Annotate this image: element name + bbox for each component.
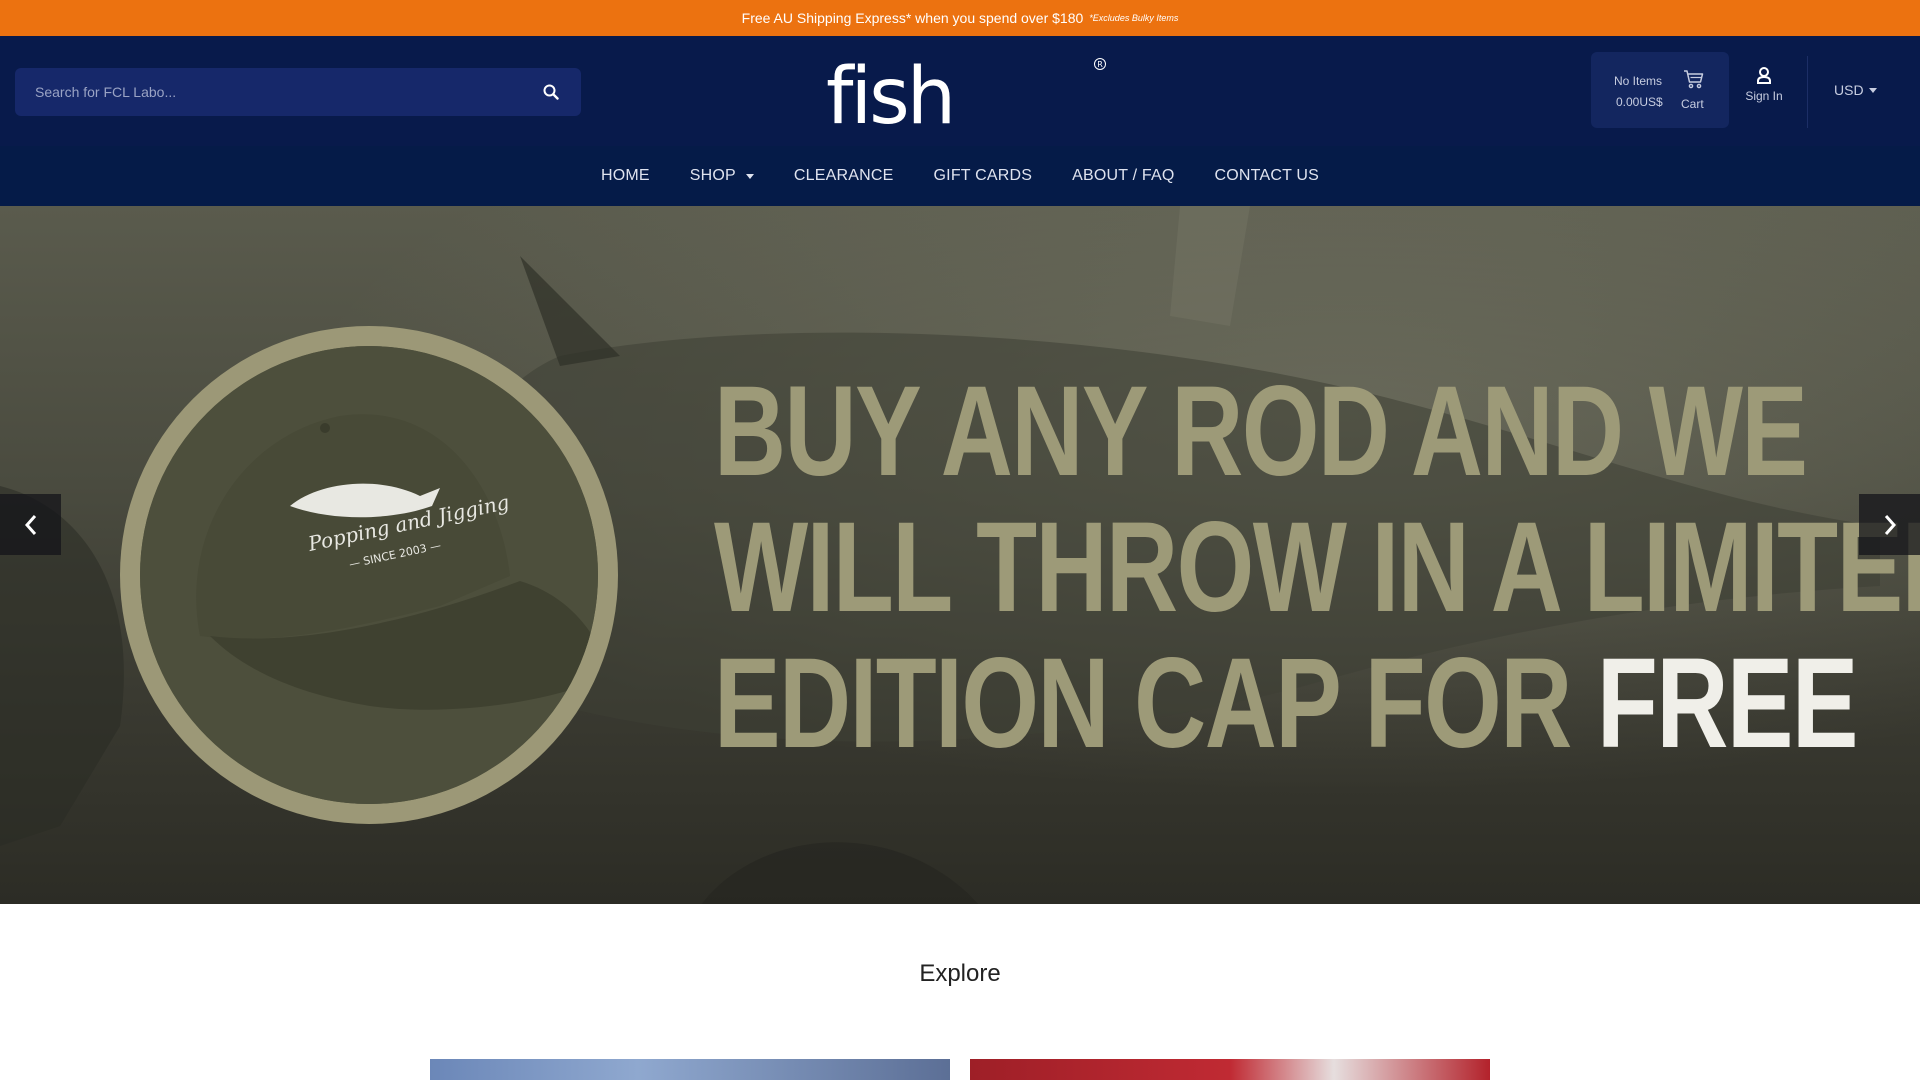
hero-line-2: WILL THROW IN A LIMITED xyxy=(714,496,1920,639)
nav-label: SHOP xyxy=(689,167,736,184)
nav-item-contact-us[interactable]: CONTACT US xyxy=(1215,167,1320,185)
explore-heading: Explore xyxy=(919,960,1001,987)
nav-item-shop[interactable]: SHOP xyxy=(690,167,754,185)
search-button[interactable] xyxy=(521,68,581,116)
site-header: fish head R No Items 0.00US$ Cart Sign I… xyxy=(0,36,1920,232)
search-bar xyxy=(15,68,581,116)
hero-headline: BUY ANY ROD AND WE WILL THROW IN A LIMIT… xyxy=(714,360,1920,772)
cart-label: Cart xyxy=(1681,97,1704,111)
nav-label: CLEARANCE xyxy=(793,167,894,184)
hero-banner[interactable]: Popping and Jigging — SINCE 2003 — BUY A… xyxy=(0,206,1920,904)
nav-item-clearance[interactable]: CLEARANCE xyxy=(794,167,894,185)
explore-tile-1[interactable] xyxy=(430,1059,950,1080)
cap-badge: Popping and Jigging — SINCE 2003 — xyxy=(140,346,598,804)
sign-in-label: Sign In xyxy=(1745,89,1783,103)
carousel-prev-button[interactable] xyxy=(0,494,61,555)
announcement-text: Free AU Shipping Express* when you spend… xyxy=(741,10,1084,26)
cart-items-count: No Items xyxy=(1614,74,1663,88)
carousel-next-button[interactable] xyxy=(1859,494,1920,555)
hero-free-highlight: FREE xyxy=(1596,632,1859,775)
nav-label: CONTACT US xyxy=(1214,167,1320,184)
search-icon xyxy=(543,84,559,100)
chevron-left-icon xyxy=(24,514,36,535)
cart-button[interactable]: No Items 0.00US$ Cart xyxy=(1591,52,1729,128)
main-nav: HOME SHOP CLEARANCE GIFT CARDS ABOUT / F… xyxy=(0,146,1920,206)
user-icon xyxy=(1757,67,1771,84)
announcement-bar: Free AU Shipping Express* when you spend… xyxy=(0,0,1920,36)
sign-in-button[interactable]: Sign In xyxy=(1738,66,1790,116)
nav-label: HOME xyxy=(600,167,650,184)
currency-label: USD xyxy=(1834,82,1864,98)
nav-item-gift-cards[interactable]: GIFT CARDS xyxy=(934,167,1033,185)
registered-mark: R xyxy=(1094,58,1106,70)
cart-total: 0.00US$ xyxy=(1616,95,1663,109)
hero-line-3-main: EDITION CAP FOR xyxy=(714,632,1597,775)
cart-icon xyxy=(1684,70,1704,89)
nav-item-home[interactable]: HOME xyxy=(601,167,650,185)
fish-head-logo[interactable]: fish head R xyxy=(826,52,1106,232)
hero-line-3: EDITION CAP FOR FREE xyxy=(714,636,1859,772)
chevron-down-icon xyxy=(1868,87,1877,93)
nav-item-about-faq[interactable]: ABOUT / FAQ xyxy=(1072,167,1174,185)
chevron-right-icon xyxy=(1884,514,1896,535)
hero-line-1: BUY ANY ROD AND WE xyxy=(714,360,1808,503)
nav-label: GIFT CARDS xyxy=(933,167,1033,184)
explore-tile-2[interactable] xyxy=(970,1059,1490,1080)
search-input[interactable] xyxy=(15,68,521,116)
nav-label: ABOUT / FAQ xyxy=(1072,167,1175,184)
chevron-down-icon xyxy=(745,173,754,179)
header-divider xyxy=(1807,56,1808,128)
cap-image: Popping and Jigging — SINCE 2003 — xyxy=(140,346,598,804)
currency-selector[interactable]: USD xyxy=(1834,82,1877,98)
announcement-note: *Excludes Bulky Items xyxy=(1089,13,1179,23)
